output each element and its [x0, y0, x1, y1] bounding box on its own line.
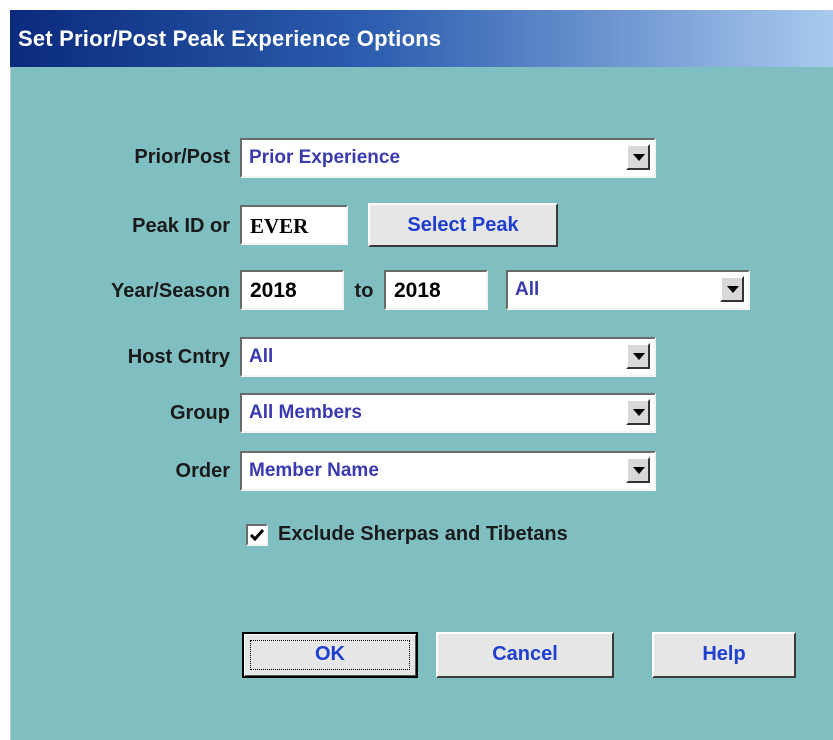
exclude-sherpas-checkbox[interactable] — [246, 524, 268, 546]
chevron-down-icon[interactable] — [626, 144, 650, 170]
order-select[interactable]: Member Name — [240, 451, 656, 491]
prior-post-label: Prior/Post — [134, 146, 230, 168]
help-label: Help — [702, 643, 746, 665]
group-label: Group — [170, 402, 230, 424]
title-bar[interactable]: Set Prior/Post Peak Experience Options — [10, 10, 833, 67]
order-label: Order — [175, 460, 230, 482]
prior-post-select[interactable]: Prior Experience — [240, 138, 656, 178]
group-value: All Members — [249, 402, 362, 423]
exclude-sherpas-label[interactable]: Exclude Sherpas and Tibetans — [278, 523, 568, 546]
season-value: All — [515, 279, 540, 300]
group-select[interactable]: All Members — [240, 393, 656, 433]
select-peak-button[interactable]: Select Peak — [368, 203, 558, 247]
year-season-label: Year/Season — [111, 280, 230, 302]
cancel-button[interactable]: Cancel — [436, 632, 614, 678]
chevron-down-icon[interactable] — [626, 343, 650, 369]
host-cntry-value: All — [249, 346, 274, 367]
chevron-down-icon[interactable] — [720, 276, 744, 302]
host-cntry-label: Host Cntry — [127, 346, 230, 368]
chevron-down-icon[interactable] — [626, 399, 650, 425]
peak-id-label: Peak ID or — [132, 215, 230, 237]
year-from-value: 2018 — [250, 279, 297, 302]
window-title: Set Prior/Post Peak Experience Options — [18, 26, 442, 51]
peak-id-input[interactable]: EVER — [240, 205, 348, 245]
season-select[interactable]: All — [506, 270, 750, 310]
peak-id-value: EVER — [250, 214, 309, 238]
select-peak-label: Select Peak — [407, 214, 519, 236]
order-value: Member Name — [249, 460, 379, 481]
year-to-input[interactable]: 2018 — [384, 270, 488, 310]
ok-button[interactable]: OK — [242, 632, 418, 678]
ok-label: OK — [315, 643, 345, 665]
year-to-value: 2018 — [394, 279, 441, 302]
chevron-down-icon[interactable] — [626, 457, 650, 483]
help-button[interactable]: Help — [652, 632, 796, 678]
host-cntry-select[interactable]: All — [240, 337, 656, 377]
cancel-label: Cancel — [492, 643, 558, 665]
checkmark-icon — [249, 529, 265, 542]
year-from-input[interactable]: 2018 — [240, 270, 344, 310]
year-to-label: to — [354, 280, 374, 302]
prior-post-value: Prior Experience — [249, 147, 401, 168]
